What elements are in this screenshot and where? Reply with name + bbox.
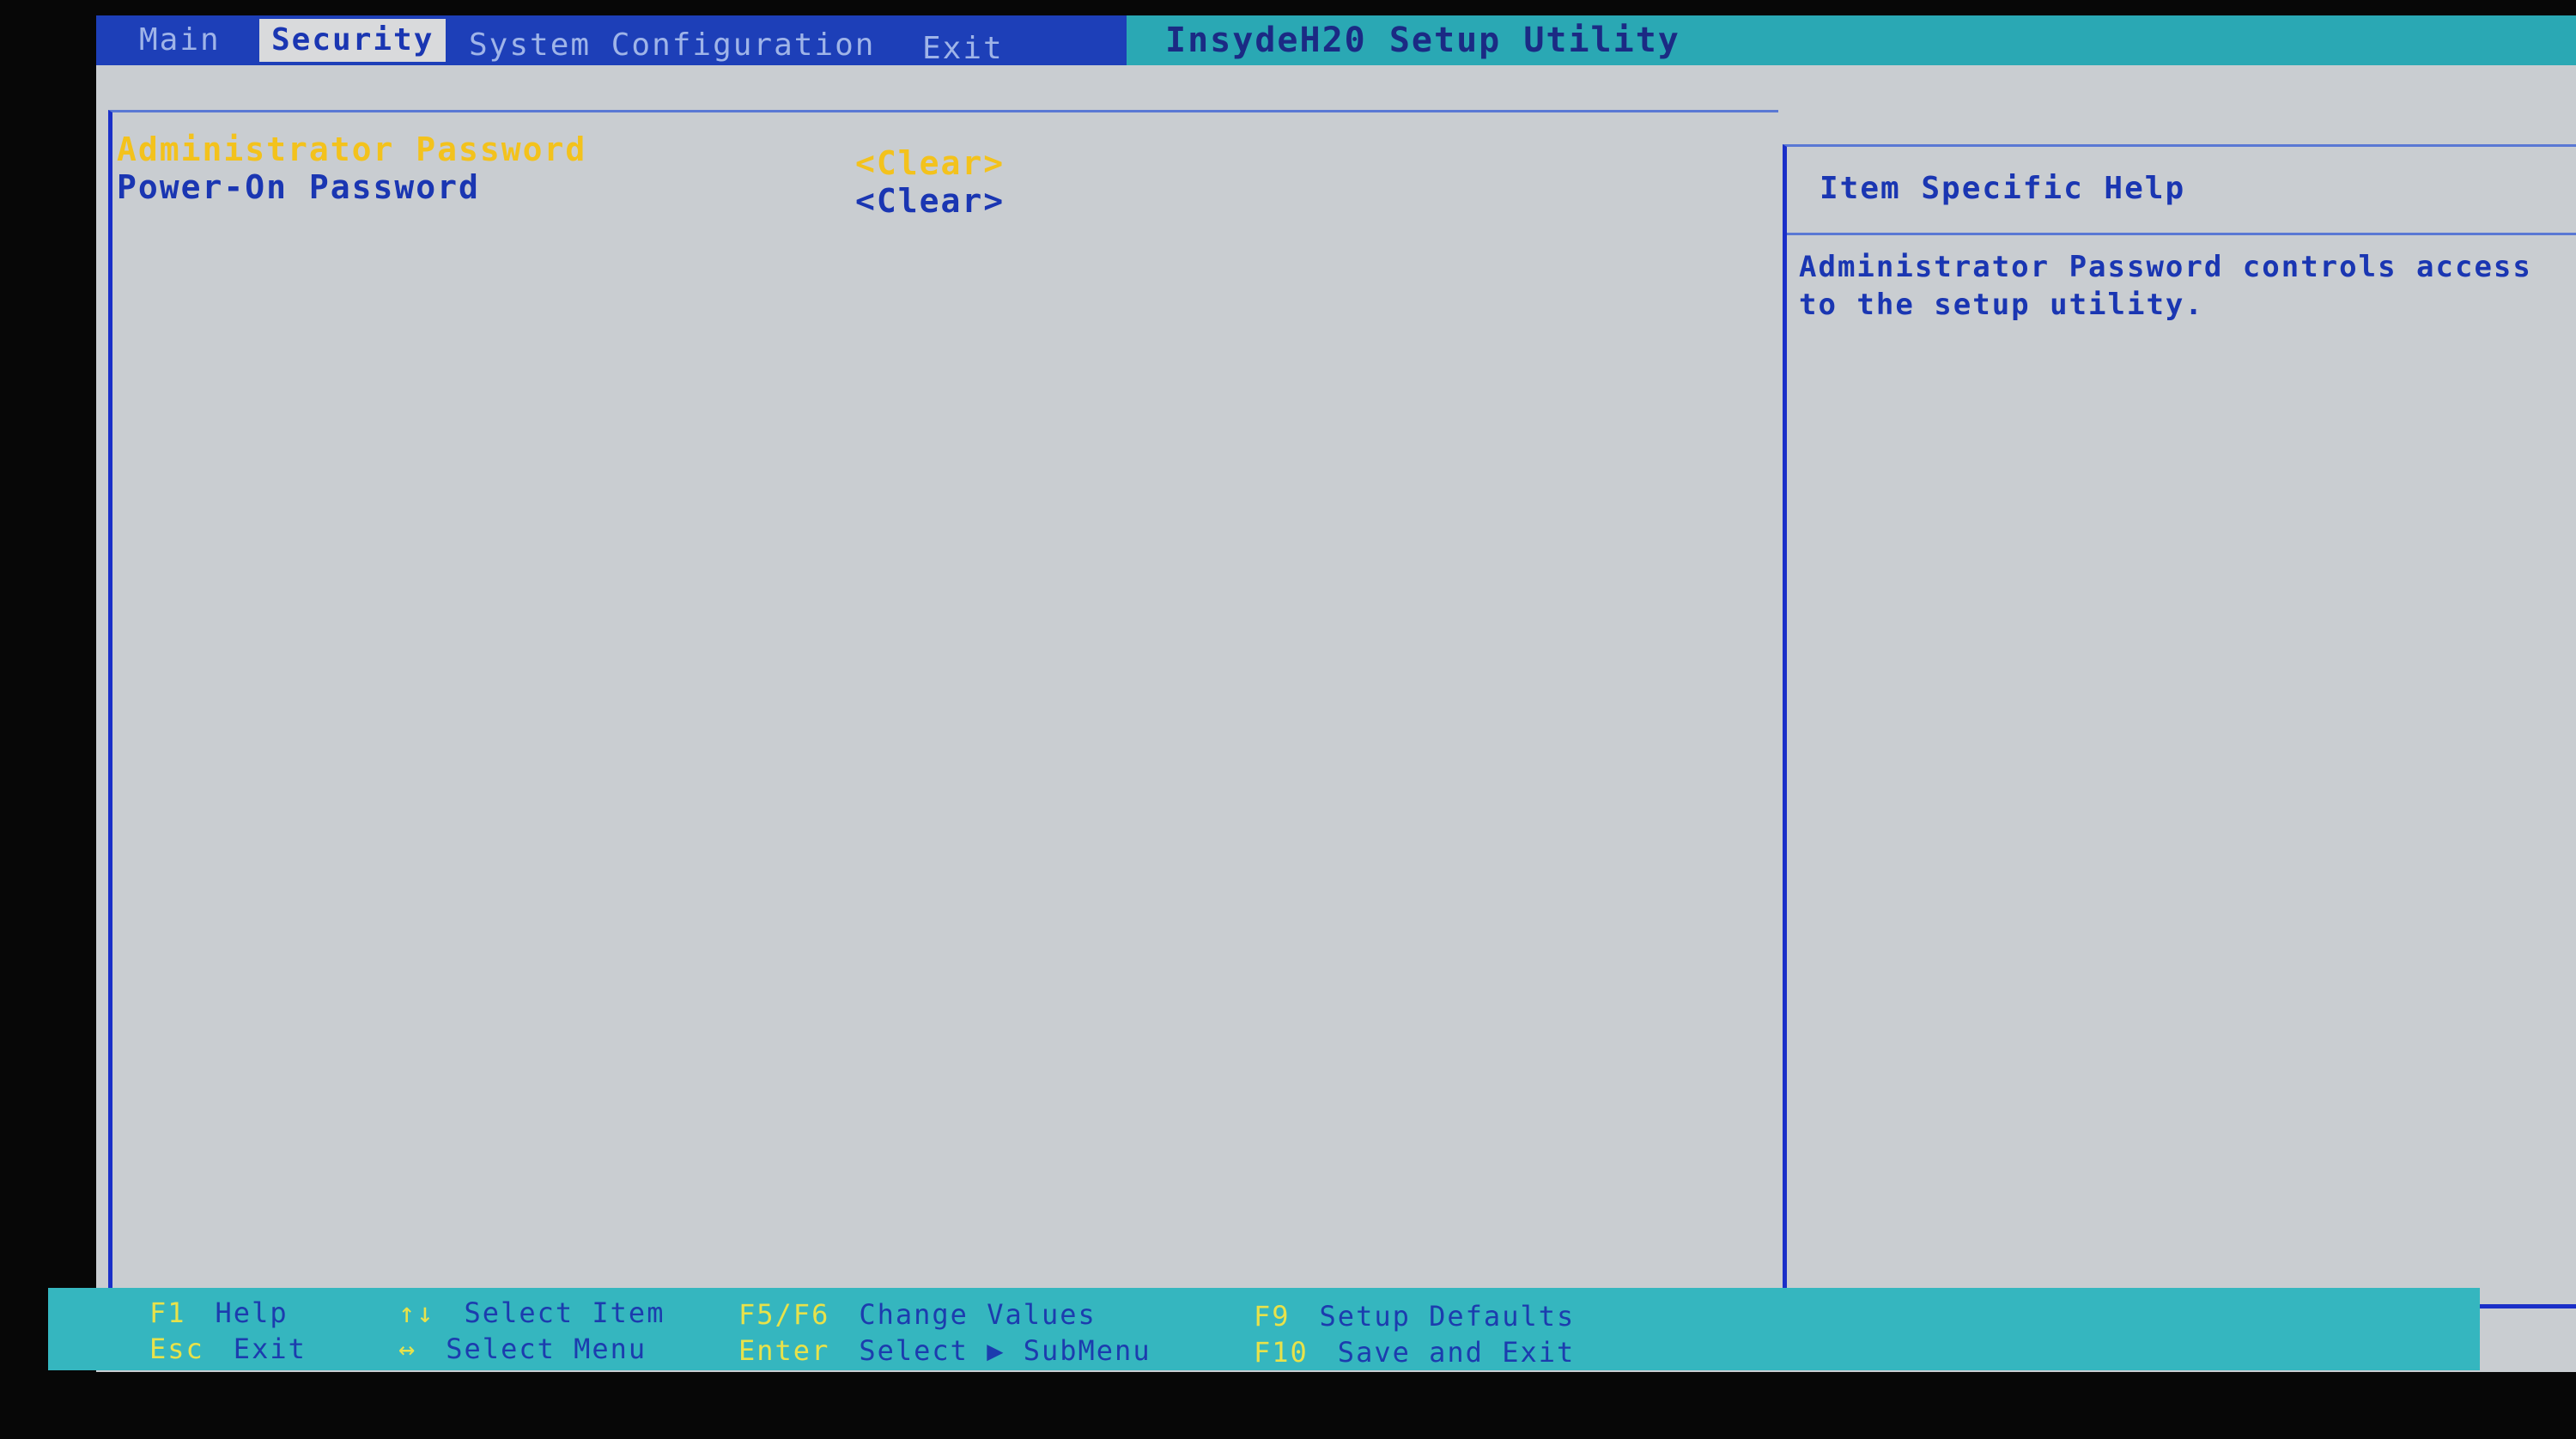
footer-key-enter: Enter Select ▶ SubMenu — [738, 1334, 1151, 1367]
tab-system-configuration[interactable]: System Configuration — [457, 24, 887, 67]
help-title: Item Specific Help — [1820, 171, 2186, 206]
footer-key-esc: Esc Exit — [149, 1333, 307, 1365]
administrator-password-row[interactable]: Administrator Password <Clear> — [117, 131, 1147, 182]
key-esc-desc: Exit — [233, 1333, 307, 1365]
power-on-password-label: Power-On Password — [117, 168, 480, 206]
help-text: Administrator Password controls access t… — [1799, 250, 2532, 322]
key-enter: Enter — [738, 1334, 830, 1367]
footer-key-f1: F1 Help — [149, 1296, 289, 1329]
footer-key-leftright: ↔ Select Menu — [398, 1333, 647, 1365]
key-f5f6: F5/F6 — [738, 1298, 830, 1331]
key-f1-desc: Help — [215, 1296, 289, 1329]
footer-key-f5f6: F5/F6 Change Values — [738, 1298, 1097, 1331]
key-f10: F10 — [1254, 1336, 1309, 1369]
key-f9: F9 — [1254, 1300, 1291, 1333]
left-right-arrows-icon: ↔ — [398, 1333, 417, 1365]
tab-exit[interactable]: Exit — [910, 27, 1016, 70]
footer-key-updown: ↑↓ Select Item — [398, 1296, 665, 1329]
administrator-password-label: Administrator Password — [117, 131, 587, 168]
settings-panel — [108, 110, 1778, 1308]
app-title: InsydeH20 Setup Utility — [1165, 21, 1680, 60]
tab-main[interactable]: Main — [127, 19, 233, 62]
key-legend-bar: F1 Help Esc Exit ↑↓ Select Item ↔ Select Men… — [48, 1288, 2480, 1370]
key-esc: Esc — [149, 1333, 204, 1365]
key-updown-desc: Select Item — [464, 1296, 665, 1329]
help-divider — [1787, 233, 2576, 235]
key-f1: F1 — [149, 1296, 186, 1329]
power-on-password-value[interactable]: <Clear> — [855, 182, 1005, 220]
power-on-password-row[interactable]: Power-On Password <Clear> — [117, 168, 1147, 220]
key-f9-desc: Setup Defaults — [1319, 1300, 1576, 1333]
tab-security[interactable]: Security — [259, 19, 447, 62]
footer-key-f10: F10 Save and Exit — [1254, 1336, 1575, 1369]
up-down-arrows-icon: ↑↓ — [398, 1296, 435, 1329]
help-panel: Item Specific Help Administrator Passwor… — [1783, 144, 2576, 1308]
footer-key-f9: F9 Setup Defaults — [1254, 1300, 1575, 1333]
key-enter-desc: Select ▶ SubMenu — [859, 1334, 1151, 1367]
key-f5f6-desc: Change Values — [859, 1298, 1097, 1331]
key-leftright-desc: Select Menu — [446, 1333, 647, 1365]
key-f10-desc: Save and Exit — [1337, 1336, 1576, 1369]
bios-screen: Main Security System Configuration Exit … — [96, 15, 2576, 1372]
